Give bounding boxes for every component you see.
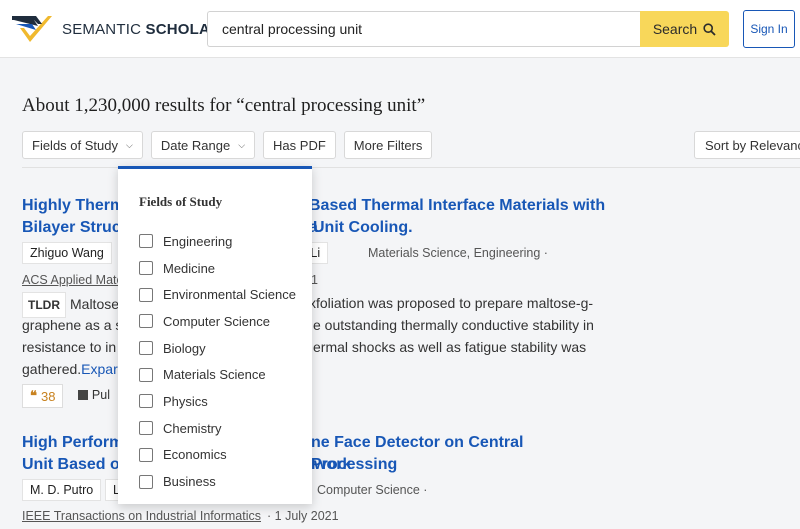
field-option[interactable]: Medicine <box>139 255 296 282</box>
title-fragment: High Perform <box>22 434 124 451</box>
fields-list: Engineering Medicine Environmental Science… <box>139 228 296 495</box>
search-result: Highly Therm Based Thermal Interface Mat… <box>22 195 612 410</box>
title-fragment: Bilayer Struct <box>22 219 127 236</box>
venue-link[interactable]: IEEE Transactions on Industrial Informat… <box>22 509 261 523</box>
title-fragment: Unit Based or <box>22 456 127 473</box>
field-option-label: Environmental Science <box>163 287 296 303</box>
title-fragment: work <box>314 456 352 473</box>
field-option-label: Chemistry <box>163 420 222 436</box>
abstract-line: e outstanding thermally conductive stabi… <box>313 317 594 333</box>
checkbox[interactable] <box>139 314 153 329</box>
author-chip[interactable]: M. D. Putro <box>22 479 102 501</box>
abstract-line: graphene as a s <box>22 317 123 333</box>
search-input[interactable]: central processing unit <box>207 11 641 47</box>
more-filters-button[interactable]: More Filters <box>343 131 433 159</box>
field-option[interactable]: Business <box>139 468 296 495</box>
field-option-label: Biology <box>163 340 206 356</box>
filter-bar: Fields of Study ⌵ Date Range ⌵ Has PDF Mor… <box>22 131 433 159</box>
filter-label: Fields of Study <box>32 137 118 153</box>
fields-of-study: Materials Science, Engineering · <box>368 246 548 260</box>
field-option[interactable]: Economics <box>139 442 296 469</box>
sort-select[interactable]: Sort by Relevance <box>694 131 800 159</box>
checkbox[interactable] <box>139 287 153 302</box>
chevron-down-icon: ⌵ <box>126 139 133 150</box>
semantic-scholar-logo[interactable]: SEMANTIC SCHOLAR <box>12 12 221 46</box>
checkbox[interactable] <box>139 261 153 276</box>
field-option[interactable]: Chemistry <box>139 415 296 442</box>
result-title[interactable]: Highly Therm Based Thermal Interface Mat… <box>22 195 612 239</box>
brand-name: SEMANTIC SCHOLAR <box>62 20 222 38</box>
field-option-label: Computer Science <box>163 313 270 329</box>
results-heading: About 1,230,000 results for “central pro… <box>22 95 426 116</box>
abstract-line: ermal shocks as well as fatigue stabilit… <box>313 339 587 355</box>
abstract-line: gathered. <box>22 361 82 377</box>
field-option[interactable]: Computer Science <box>139 308 296 335</box>
sign-in-button[interactable]: Sign In <box>743 10 795 48</box>
checkbox[interactable] <box>139 421 153 436</box>
fields-of-study: Computer Science · <box>317 483 428 497</box>
external-link-icon <box>77 390 88 400</box>
checkbox[interactable] <box>139 447 153 462</box>
chevron-down-icon: ⌵ <box>238 139 246 150</box>
field-option[interactable]: Biology <box>139 335 296 362</box>
checkbox[interactable] <box>139 341 153 356</box>
abstract-line: xfoliation was proposed to prepare malto… <box>309 295 594 311</box>
publisher-link[interactable]: Pul <box>77 388 110 402</box>
date-range-filter[interactable]: Date Range ⌵ <box>150 131 256 159</box>
logo-mark-icon <box>12 16 52 42</box>
top-header: SEMANTIC SCHOLAR central processing unit… <box>0 0 800 58</box>
title-fragment: ne Face Detector on Central Processing <box>311 434 524 473</box>
field-option[interactable]: Physics <box>139 388 296 415</box>
result-title[interactable]: High Perform ne Face Detector on Central… <box>22 432 612 476</box>
checkbox[interactable] <box>139 394 153 409</box>
checkbox[interactable] <box>139 234 153 249</box>
field-option-label: Physics <box>163 393 208 409</box>
field-option-label: Economics <box>163 447 227 463</box>
expand-link[interactable]: Expar <box>81 361 118 377</box>
field-option[interactable]: Engineering <box>139 228 296 255</box>
fields-of-study-filter[interactable]: Fields of Study ⌵ <box>22 131 143 159</box>
filter-label: Date Range <box>160 137 231 153</box>
pub-date: 1 <box>311 273 318 287</box>
abstract-line: resistance to in <box>22 339 117 355</box>
field-option-label: Engineering <box>163 233 233 249</box>
field-option[interactable]: Materials Science <box>139 361 296 388</box>
filter-label: Has PDF <box>273 137 326 153</box>
title-fragment: Highly Therm <box>22 197 125 214</box>
search-icon <box>703 22 716 36</box>
dropdown-title: Fields of Study <box>139 194 223 209</box>
search-result: High Perform ne Face Detector on Central… <box>22 432 612 529</box>
abstract: TLDR Maltose- xfoliation was proposed to … <box>22 292 612 380</box>
field-option-label: Medicine <box>163 260 216 276</box>
title-fragment: Unit Cooling. <box>313 219 413 236</box>
search-button[interactable]: Search <box>640 11 729 47</box>
has-pdf-filter[interactable]: Has PDF <box>263 131 336 159</box>
filter-label: More Filters <box>353 137 423 153</box>
pub-date: · 1 July 2021 <box>267 509 339 523</box>
fields-of-study-dropdown: Fields of Study Engineering Medicine Envir… <box>118 166 312 504</box>
field-option-label: Business <box>163 474 216 490</box>
checkbox[interactable] <box>139 367 153 382</box>
citation-count-button[interactable]: ❝ 38 <box>22 384 64 408</box>
search-button-label: Search <box>652 21 698 37</box>
field-option[interactable]: Environmental Science <box>139 281 296 308</box>
quote-icon: ❝ <box>30 388 37 403</box>
field-option-label: Materials Science <box>163 367 266 383</box>
checkbox[interactable] <box>139 474 153 489</box>
author-chip[interactable]: Zhiguo Wang <box>22 242 112 264</box>
venue-link[interactable]: ACS Applied Mate <box>22 273 123 287</box>
